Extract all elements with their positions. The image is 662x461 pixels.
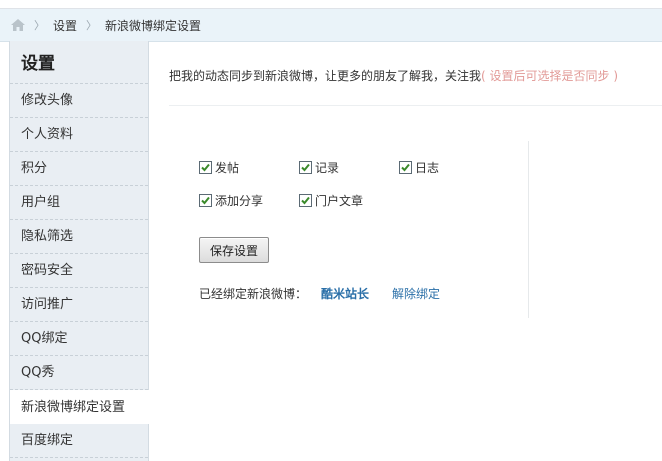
option-label: 添加分享 <box>215 194 264 208</box>
breadcrumb: 〉 设置 〉 新浪微博绑定设置 <box>0 9 662 42</box>
home-icon[interactable] <box>11 19 25 31</box>
option-post[interactable]: 发帖 <box>199 159 239 176</box>
divider <box>169 105 662 106</box>
option-share[interactable]: 添加分享 <box>199 192 263 209</box>
sidebar-item-avatar[interactable]: 修改头像 <box>10 84 148 118</box>
breadcrumb-current: 新浪微博绑定设置 <box>105 18 202 33</box>
bound-label: 已经绑定新浪微博： <box>199 287 308 301</box>
option-label: 记录 <box>315 161 340 175</box>
save-settings-button[interactable]: 保存设置 <box>199 237 269 263</box>
breadcrumb-separator: 〉 <box>34 19 45 32</box>
sidebar-item-baidu-bind[interactable]: 百度绑定 <box>10 424 148 458</box>
breadcrumb-separator: 〉 <box>86 19 98 32</box>
settings-sidebar: 设置 修改头像 个人资料 积分 用户组 隐私筛选 密码安全 访问推广 QQ绑定 … <box>9 41 149 461</box>
sidebar-item-sina-weibo[interactable]: 新浪微博绑定设置 <box>10 390 149 424</box>
checkbox-checked-icon[interactable] <box>299 194 312 207</box>
sync-intro: 把我的动态同步到新浪微博，让更多的朋友了解我，关注我( 设置后可选择是否同步 ) <box>169 67 662 84</box>
sidebar-title: 设置 <box>10 41 148 84</box>
checkbox-checked-icon[interactable] <box>399 161 412 174</box>
sidebar-item-credits[interactable]: 积分 <box>10 152 148 186</box>
checkbox-checked-icon[interactable] <box>299 161 312 174</box>
checkbox-checked-icon[interactable] <box>199 194 212 207</box>
top-strip <box>0 0 662 9</box>
option-blog[interactable]: 日志 <box>399 159 439 176</box>
unbind-link[interactable]: 解除绑定 <box>392 285 440 302</box>
option-record[interactable]: 记录 <box>299 159 339 176</box>
intro-hint: ( 设置后可选择是否同步 ) <box>481 69 619 83</box>
option-portal-article[interactable]: 门户文章 <box>299 192 363 209</box>
breadcrumb-settings[interactable]: 设置 <box>53 17 77 34</box>
option-label: 日志 <box>415 161 440 175</box>
checkbox-checked-icon[interactable] <box>199 161 212 174</box>
sidebar-item-qq-bind[interactable]: QQ绑定 <box>10 322 148 356</box>
sidebar-item-promotion[interactable]: 访问推广 <box>10 288 148 322</box>
sidebar-item-profile[interactable]: 个人资料 <box>10 118 148 152</box>
option-label: 发帖 <box>215 161 240 175</box>
sidebar-item-usergroup[interactable]: 用户组 <box>10 186 148 220</box>
sidebar-item-password[interactable]: 密码安全 <box>10 254 148 288</box>
intro-text: 把我的动态同步到新浪微博，让更多的朋友了解我，关注我 <box>169 69 482 83</box>
option-label: 门户文章 <box>315 194 364 208</box>
vertical-divider <box>528 141 529 318</box>
sidebar-item-privacy[interactable]: 隐私筛选 <box>10 220 148 254</box>
bound-account-link[interactable]: 酷米站长 <box>321 285 369 302</box>
sidebar-item-qq-show[interactable]: QQ秀 <box>10 356 148 390</box>
main-content: 把我的动态同步到新浪微博，让更多的朋友了解我，关注我( 设置后可选择是否同步 )… <box>148 41 662 461</box>
